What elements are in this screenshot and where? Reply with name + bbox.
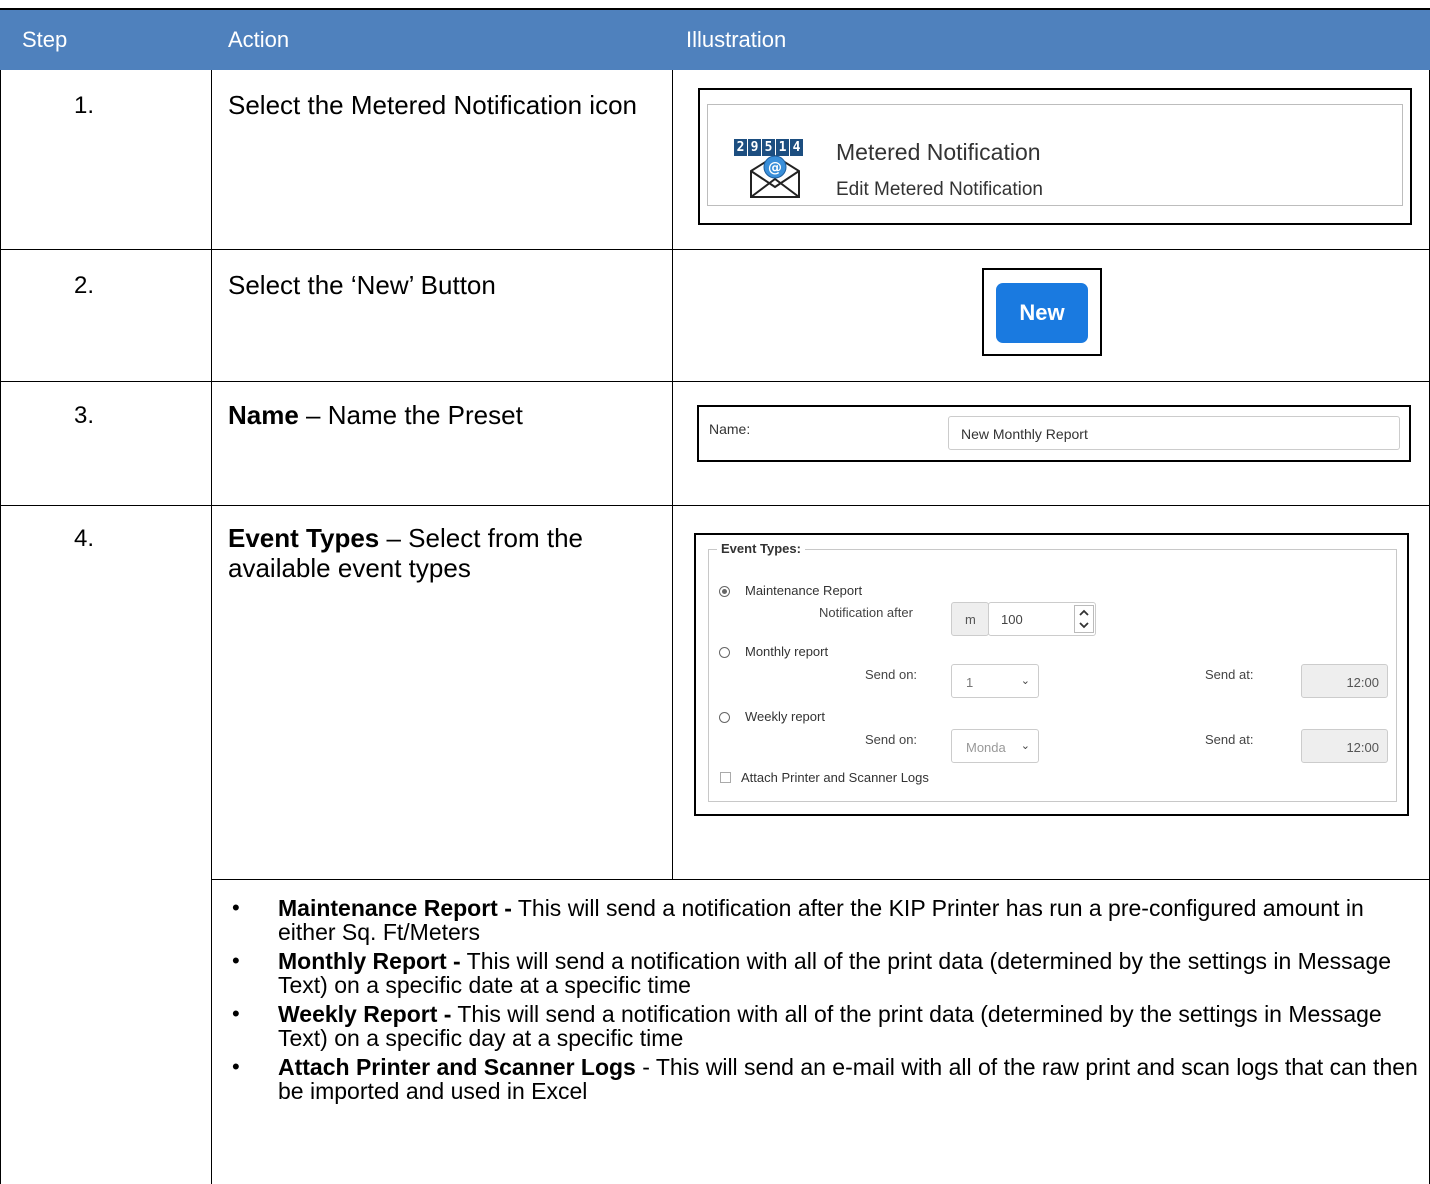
weekly-label: Weekly report bbox=[745, 709, 825, 724]
monthly-send-at-value: 12:00 bbox=[1346, 675, 1379, 690]
bullet-icon: • bbox=[232, 1054, 240, 1079]
metered-notification-tile[interactable]: 2 9 5 1 4 @ Metered Notification Edit Me… bbox=[707, 104, 1403, 206]
action-text: Select the ‘New’ Button bbox=[228, 270, 496, 300]
list-item: • Weekly Report - This will send a notifi… bbox=[228, 1001, 1418, 1051]
event-types-fieldset: Event Types: Maintenance Report Notifica… bbox=[708, 541, 1397, 802]
unit-text: m bbox=[965, 612, 976, 627]
new-button[interactable]: New bbox=[996, 283, 1088, 343]
list-item: • Maintenance Report - This will send a n… bbox=[228, 895, 1418, 945]
monthly-send-on-select[interactable]: 1 ⌄ bbox=[951, 664, 1039, 698]
bullet-term: Attach Printer and Scanner Logs bbox=[278, 1054, 636, 1080]
event-type-descriptions: • Maintenance Report - This will send a n… bbox=[228, 896, 1418, 1108]
action-bold: Name bbox=[228, 400, 299, 430]
list-item: • Monthly Report - This will send a notif… bbox=[228, 948, 1418, 998]
name-input[interactable]: New Monthly Report bbox=[948, 416, 1400, 450]
weekly-send-at-input[interactable]: 12:00 bbox=[1301, 729, 1388, 763]
attach-logs-checkbox[interactable] bbox=[720, 772, 731, 783]
weekly-send-on-label: Send on: bbox=[865, 732, 918, 747]
action-rest: – Name the Preset bbox=[298, 400, 523, 430]
weekly-radio[interactable] bbox=[719, 712, 730, 723]
header-step: Step bbox=[22, 27, 68, 52]
monthly-send-at-label: Send at: bbox=[1205, 667, 1254, 682]
bullet-term: Weekly Report - bbox=[278, 1001, 452, 1027]
unit-addon: m bbox=[951, 602, 989, 636]
table-divider-step bbox=[211, 70, 212, 1184]
row-divider bbox=[0, 505, 1430, 506]
envelope-at-icon: @ bbox=[750, 154, 800, 198]
maintenance-radio[interactable] bbox=[719, 586, 730, 597]
bullet-term: Monthly Report - bbox=[278, 948, 461, 974]
bullet-icon: • bbox=[232, 1001, 240, 1026]
monthly-label: Monthly report bbox=[745, 644, 829, 659]
event-types-legend: Event Types: bbox=[717, 541, 805, 556]
header-illustration: Illustration bbox=[686, 27, 787, 52]
name-input-value: New Monthly Report bbox=[961, 426, 1088, 442]
step-number: 1. bbox=[74, 92, 95, 119]
row-divider bbox=[211, 879, 1430, 880]
name-label: Name: bbox=[709, 421, 751, 437]
tile-subtitle: Edit Metered Notification bbox=[836, 179, 1043, 200]
notification-after-input[interactable]: 100 bbox=[988, 602, 1096, 636]
new-button-illustration: New bbox=[982, 268, 1102, 356]
table-divider-action bbox=[672, 70, 673, 880]
event-types-illustration: Event Types: Maintenance Report Notifica… bbox=[694, 533, 1409, 816]
action-bold: Event Types bbox=[228, 523, 380, 553]
action-text: Name – Name the Preset bbox=[228, 400, 648, 430]
action-text: Event Types – Select from the available … bbox=[228, 523, 648, 583]
svg-text:@: @ bbox=[768, 160, 782, 176]
monthly-radio[interactable] bbox=[719, 647, 730, 658]
chevron-down-icon: ⌄ bbox=[1020, 740, 1030, 752]
table-border-left bbox=[0, 70, 1, 1184]
bullet-term: Maintenance Report - bbox=[278, 895, 512, 921]
weekly-send-at-label: Send at: bbox=[1205, 732, 1254, 747]
step-number: 3. bbox=[74, 402, 95, 429]
notification-after-label: Notification after bbox=[819, 605, 913, 620]
maintenance-label: Maintenance Report bbox=[745, 583, 863, 598]
notification-after-value: 100 bbox=[1001, 612, 1023, 627]
monthly-send-on-value: 1 bbox=[966, 675, 974, 690]
weekly-send-on-select[interactable]: Monda ⌄ bbox=[951, 729, 1039, 763]
row-divider bbox=[0, 381, 1430, 382]
header-action: Action bbox=[228, 27, 290, 52]
metered-notification-illustration: 2 9 5 1 4 @ Metered Notification Edit Me… bbox=[698, 88, 1412, 225]
monthly-send-on-label: Send on: bbox=[865, 667, 918, 682]
tile-title: Metered Notification bbox=[836, 139, 1041, 165]
chevron-down-icon: ⌄ bbox=[1020, 675, 1030, 687]
weekly-send-at-value: 12:00 bbox=[1346, 740, 1379, 755]
step-number: 4. bbox=[74, 525, 95, 552]
table-header-row: Step Action Illustration bbox=[0, 8, 1430, 70]
attach-logs-label: Attach Printer and Scanner Logs bbox=[741, 770, 929, 785]
bullet-icon: • bbox=[232, 948, 240, 973]
row-divider bbox=[0, 249, 1430, 250]
action-text: Select the Metered Notification icon bbox=[228, 90, 637, 120]
weekly-send-on-value: Monda bbox=[966, 740, 1006, 755]
name-field-illustration: Name: New Monthly Report bbox=[697, 405, 1411, 462]
spinner-arrows-icon[interactable] bbox=[1074, 605, 1094, 633]
counter-digit: 2 bbox=[734, 139, 747, 156]
monthly-send-at-input[interactable]: 12:00 bbox=[1301, 664, 1388, 698]
list-item: • Attach Printer and Scanner Logs - This … bbox=[228, 1054, 1418, 1104]
step-number: 2. bbox=[74, 272, 95, 299]
bullet-icon: • bbox=[232, 895, 240, 920]
